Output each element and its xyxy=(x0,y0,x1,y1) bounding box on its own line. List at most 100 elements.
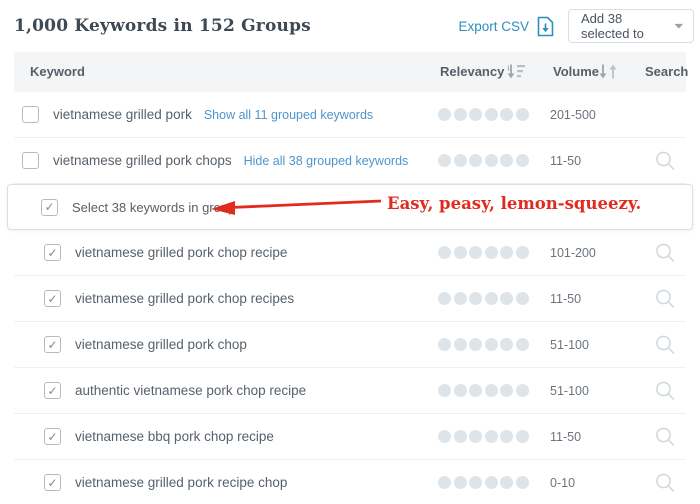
keyword-text: vietnamese grilled pork recipe chop xyxy=(75,475,287,490)
grouped-keywords-link[interactable]: Show all 11 grouped keywords xyxy=(204,108,373,122)
search-icon[interactable] xyxy=(654,242,677,265)
relevancy-dots xyxy=(438,246,529,259)
relevancy-dot xyxy=(485,338,498,351)
keyword-checkbox[interactable] xyxy=(44,382,61,399)
relevancy-dot xyxy=(469,338,482,351)
relevancy-dot xyxy=(485,292,498,305)
volume-sort-button[interactable] xyxy=(598,63,620,83)
search-icon[interactable] xyxy=(654,288,677,311)
add-selected-dropdown[interactable]: Add 38 selected to xyxy=(568,9,694,43)
volume-value: 0-10 xyxy=(550,476,575,490)
search-icon[interactable] xyxy=(654,472,677,495)
relevancy-dot xyxy=(469,384,482,397)
keyword-checkbox[interactable] xyxy=(44,336,61,353)
keyword-checkbox[interactable] xyxy=(22,106,39,123)
keyword-checkbox[interactable] xyxy=(44,474,61,491)
keyword-checkbox[interactable] xyxy=(22,152,39,169)
relevancy-dot xyxy=(516,430,529,443)
keyword-text: vietnamese grilled pork xyxy=(53,107,192,122)
download-document-icon xyxy=(536,16,555,37)
table-body: vietnamese grilled pork Show all 11 grou… xyxy=(14,92,686,504)
relevancy-dot xyxy=(516,292,529,305)
search-icon[interactable] xyxy=(654,334,677,357)
relevancy-dot xyxy=(454,292,467,305)
volume-value: 51-100 xyxy=(550,384,589,398)
relevancy-dot xyxy=(469,430,482,443)
relevancy-dot xyxy=(500,430,513,443)
keyword-checkbox[interactable] xyxy=(44,244,61,261)
relevancy-dot xyxy=(516,108,529,121)
relevancy-dot xyxy=(516,476,529,489)
keyword-row: authentic vietnamese pork chop recipe 51… xyxy=(14,368,686,414)
relevancy-dot xyxy=(516,338,529,351)
volume-value: 11-50 xyxy=(550,292,581,306)
search-icon[interactable] xyxy=(654,380,677,403)
annotation-arrow xyxy=(208,195,383,217)
volume-value: 51-100 xyxy=(550,338,589,352)
sort-both-icon xyxy=(598,63,620,80)
keyword-text: vietnamese grilled pork chop recipe xyxy=(75,245,287,260)
keyword-row: vietnamese grilled pork chops Hide all 3… xyxy=(14,138,686,184)
top-bar: 1,000 Keywords in 152 Groups Export CSV … xyxy=(0,0,700,50)
relevancy-dot xyxy=(485,154,498,167)
relevancy-dot xyxy=(438,292,451,305)
page-title: 1,000 Keywords in 152 Groups xyxy=(14,16,311,36)
relevancy-dot xyxy=(438,338,451,351)
relevancy-dot xyxy=(485,476,498,489)
volume-value: 101-200 xyxy=(550,246,596,260)
keyword-table: Keyword Relevancyi Volumei Search vietna… xyxy=(14,52,686,504)
relevancy-dots xyxy=(438,154,529,167)
relevancy-dot xyxy=(469,292,482,305)
keyword-text: vietnamese grilled pork chop recipes xyxy=(75,291,294,306)
column-volume: Volumei xyxy=(553,64,604,79)
column-search: Search xyxy=(645,64,688,79)
relevancy-dot xyxy=(438,246,451,259)
select-all-checkbox[interactable] xyxy=(41,199,58,216)
relevancy-dot xyxy=(454,246,467,259)
search-icon[interactable] xyxy=(654,426,677,449)
relevancy-dot xyxy=(454,338,467,351)
chevron-down-icon xyxy=(674,23,683,30)
table-header: Keyword Relevancyi Volumei Search xyxy=(14,52,686,92)
relevancy-dot xyxy=(454,430,467,443)
keyword-text: vietnamese bbq pork chop recipe xyxy=(75,429,274,444)
relevancy-dot xyxy=(500,384,513,397)
relevancy-sort-button[interactable] xyxy=(506,63,526,83)
keyword-row: vietnamese grilled pork recipe chop 0-10 xyxy=(14,460,686,504)
relevancy-dot xyxy=(469,108,482,121)
grouped-keywords-link[interactable]: Hide all 38 grouped keywords xyxy=(244,154,409,168)
export-csv-button[interactable]: Export CSV xyxy=(458,16,555,37)
keyword-checkbox[interactable] xyxy=(44,290,61,307)
top-bar-actions: Export CSV Add 38 selected to xyxy=(458,9,694,43)
relevancy-dot xyxy=(500,108,513,121)
keyword-row: vietnamese grilled pork chop recipe 101-… xyxy=(14,230,686,276)
keyword-text: authentic vietnamese pork chop recipe xyxy=(75,383,306,398)
relevancy-dots xyxy=(438,292,529,305)
relevancy-dot xyxy=(516,384,529,397)
search-icon[interactable] xyxy=(654,150,677,173)
relevancy-dot xyxy=(485,384,498,397)
relevancy-dot xyxy=(516,154,529,167)
volume-value: 11-50 xyxy=(550,430,581,444)
relevancy-dot xyxy=(454,154,467,167)
column-keyword: Keyword xyxy=(30,64,85,79)
select-group-row: Select 38 keywords in group Easy, peasy,… xyxy=(7,184,693,230)
keyword-row: vietnamese grilled pork chop recipes 11-… xyxy=(14,276,686,322)
relevancy-dots xyxy=(438,338,529,351)
keyword-text: vietnamese grilled pork chops xyxy=(53,153,232,168)
relevancy-dot xyxy=(469,154,482,167)
relevancy-dot xyxy=(485,430,498,443)
relevancy-dots xyxy=(438,384,529,397)
relevancy-dot xyxy=(469,476,482,489)
volume-value: 201-500 xyxy=(550,108,596,122)
relevancy-dot xyxy=(438,108,451,121)
relevancy-dot xyxy=(500,292,513,305)
relevancy-dot xyxy=(438,154,451,167)
relevancy-dot xyxy=(438,384,451,397)
relevancy-dot xyxy=(485,108,498,121)
relevancy-dot xyxy=(500,338,513,351)
keyword-checkbox[interactable] xyxy=(44,428,61,445)
relevancy-dot xyxy=(438,476,451,489)
column-relevancy: Relevancyi xyxy=(440,64,509,79)
relevancy-dot xyxy=(485,246,498,259)
